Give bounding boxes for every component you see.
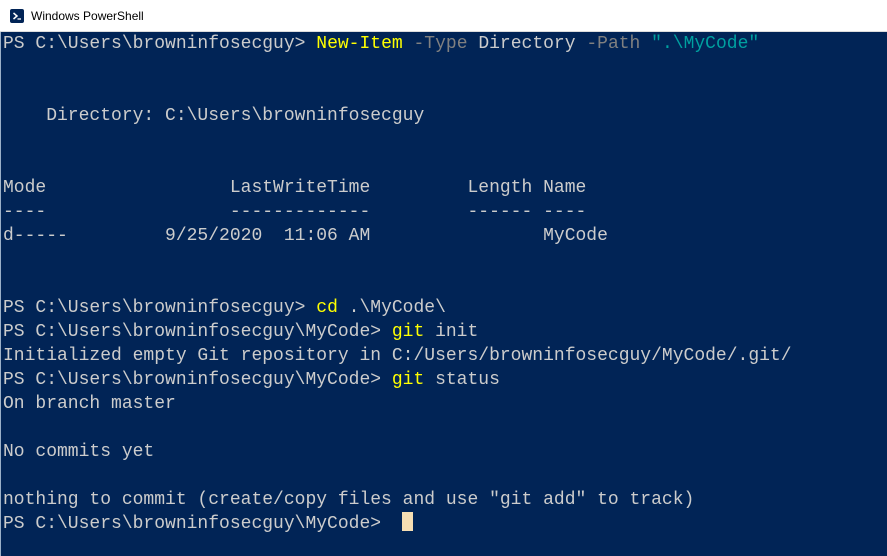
text-cursor (401, 512, 413, 531)
console-line[interactable]: PS C:\Users\browninfosecguy\MyCode> (3, 512, 413, 536)
prompt: PS C:\Users\browninfosecguy> (3, 34, 317, 54)
console-line: PS C:\Users\browninfosecguy> New-Item -T… (3, 32, 759, 56)
command: git (391, 322, 425, 342)
argument: Directory (467, 34, 587, 54)
argument: status (424, 370, 500, 390)
console-output: On branch master (3, 394, 176, 414)
prompt: PS C:\Users\browninfosecguy\MyCode> (3, 370, 392, 390)
console-output: No commits yet (3, 442, 155, 462)
title-bar[interactable]: Windows PowerShell (0, 0, 887, 32)
command: cd (316, 298, 338, 318)
parameter: -Path (586, 34, 641, 54)
console-output: nothing to commit (create/copy files and… (3, 490, 695, 510)
console-area[interactable]: PS C:\Users\browninfosecguy> New-Item -T… (0, 32, 887, 556)
prompt: PS C:\Users\browninfosecguy\MyCode> (3, 514, 392, 534)
command: New-Item (316, 34, 403, 54)
command: git (391, 370, 425, 390)
console-line: Directory: C:\Users\browninfosecguy (3, 106, 425, 126)
table-row: d----- 9/25/2020 11:06 AM MyCode (3, 226, 608, 246)
parameter: -Type (413, 34, 468, 54)
console-line: PS C:\Users\browninfosecguy\MyCode> git … (3, 320, 478, 344)
argument: .\MyCode\ (337, 298, 446, 318)
prompt: PS C:\Users\browninfosecguy> (3, 298, 317, 318)
string-argument: ".\MyCode" (651, 34, 760, 54)
window-title: Windows PowerShell (31, 8, 144, 23)
table-header: Mode LastWriteTime Length Name (3, 178, 587, 198)
console-line: PS C:\Users\browninfosecguy> cd .\MyCode… (3, 296, 446, 320)
argument: init (424, 322, 479, 342)
prompt: PS C:\Users\browninfosecguy\MyCode> (3, 322, 392, 342)
powershell-icon (10, 8, 24, 23)
console-output: Initialized empty Git repository in C:/U… (3, 346, 792, 366)
table-separator: ---- ------------- ------ ---- (3, 202, 587, 222)
console-line: PS C:\Users\browninfosecguy\MyCode> git … (3, 368, 500, 392)
